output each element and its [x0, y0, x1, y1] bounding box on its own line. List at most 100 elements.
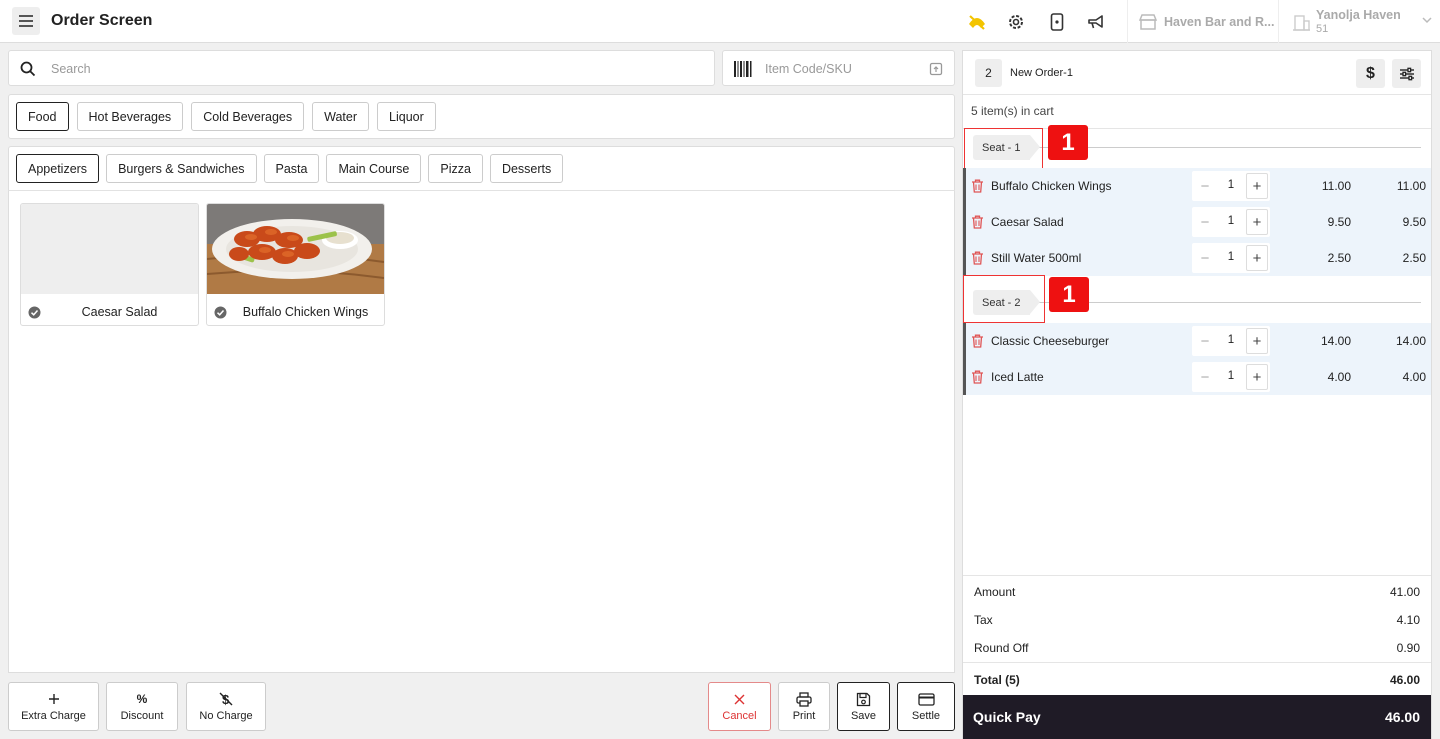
- print-button[interactable]: Print: [778, 682, 830, 731]
- item-total: 14.00: [1395, 334, 1426, 348]
- venue-name: Haven Bar and R...: [1164, 14, 1275, 29]
- store-icon: [1138, 13, 1158, 30]
- settings-icon[interactable]: [1005, 11, 1027, 33]
- item-name: Classic Cheeseburger: [991, 334, 1110, 348]
- amount-value: 41.00: [1389, 585, 1420, 599]
- search-input[interactable]: Search: [8, 50, 715, 86]
- subcategory-main-course[interactable]: Main Course: [326, 154, 422, 183]
- quantity-value[interactable]: 1: [1218, 251, 1244, 263]
- product-card[interactable]: Caesar Salad: [20, 203, 199, 326]
- decrement-button[interactable]: −: [1192, 173, 1218, 199]
- tax-label: Tax: [974, 613, 993, 627]
- check-icon: [28, 306, 41, 319]
- trash-icon[interactable]: [971, 179, 984, 193]
- plus-icon: [48, 691, 60, 707]
- annotation-badge: 1: [1048, 125, 1088, 160]
- no-dollar-icon: $: [219, 691, 233, 707]
- increment-button[interactable]: +: [1246, 328, 1268, 354]
- chicken-wings-image: [207, 204, 384, 294]
- no-internet-icon[interactable]: [966, 11, 988, 33]
- order-header: 2 New Order-1 $: [963, 51, 1431, 95]
- subcategory-pasta[interactable]: Pasta: [263, 154, 320, 183]
- subcategory-appetizers[interactable]: Appetizers: [16, 154, 100, 183]
- total-label: Total (5): [974, 673, 1020, 687]
- highlight-box: [964, 128, 1043, 169]
- increment-button[interactable]: +: [1246, 245, 1268, 271]
- quick-pay-button[interactable]: Quick Pay 46.00: [963, 695, 1431, 739]
- item-total: 9.50: [1402, 215, 1426, 229]
- user-id: 51: [1316, 23, 1329, 35]
- cancel-button[interactable]: Cancel: [708, 682, 771, 731]
- no-charge-label: No Charge: [199, 710, 253, 722]
- save-button[interactable]: Save: [837, 682, 890, 731]
- quantity-stepper: − 1 +: [1192, 326, 1270, 356]
- decrement-button[interactable]: −: [1192, 245, 1218, 271]
- order-summary: Amount 41.00 Tax 4.10 Round Off 0.90 Tot…: [963, 575, 1431, 695]
- quantity-stepper: − 1 +: [1192, 243, 1270, 273]
- product-name: Caesar Salad: [81, 305, 158, 319]
- trash-icon[interactable]: [971, 251, 984, 265]
- sliders-icon[interactable]: [1392, 59, 1421, 88]
- item-name: Caesar Salad: [991, 215, 1064, 229]
- roundoff-label: Round Off: [974, 641, 1029, 655]
- order-number[interactable]: 2: [975, 59, 1002, 87]
- category-water[interactable]: Water: [312, 102, 370, 131]
- category-hot-beverages[interactable]: Hot Beverages: [76, 102, 184, 131]
- percent-icon: %: [136, 692, 148, 706]
- user-selector[interactable]: Yanolja Haven 51: [1278, 0, 1440, 43]
- top-bar: Order Screen Haven Bar and R... Yanolja …: [0, 0, 1440, 43]
- category-liquor[interactable]: Liquor: [377, 102, 436, 131]
- discount-button[interactable]: % Discount: [106, 682, 178, 731]
- roundoff-value: 0.90: [1396, 641, 1420, 655]
- sku-input[interactable]: Item Code/SKU: [722, 50, 955, 86]
- quantity-value[interactable]: 1: [1218, 370, 1244, 382]
- decrement-button[interactable]: −: [1192, 209, 1218, 235]
- trash-icon[interactable]: [971, 215, 984, 229]
- category-food[interactable]: Food: [16, 102, 69, 131]
- total-line: Total (5) 46.00: [963, 662, 1431, 696]
- extra-charge-button[interactable]: Extra Charge: [8, 682, 99, 731]
- check-icon: [214, 306, 227, 319]
- venue-selector[interactable]: Haven Bar and R...: [1127, 0, 1277, 43]
- cart-count: 5 item(s) in cart: [971, 104, 1054, 118]
- quantity-stepper: − 1 +: [1192, 362, 1270, 392]
- chevron-down-icon: [1422, 17, 1432, 24]
- close-icon: [734, 691, 745, 707]
- quantity-stepper: − 1 +: [1192, 171, 1270, 201]
- category-cold-beverages[interactable]: Cold Beverages: [191, 102, 305, 131]
- highlight-box: [963, 275, 1045, 323]
- decrement-button[interactable]: −: [1192, 364, 1218, 390]
- megaphone-icon[interactable]: [1085, 11, 1107, 33]
- no-charge-button[interactable]: $ No Charge: [186, 682, 266, 731]
- cart-row: Still Water 500ml − 1 + 2.50 2.50: [963, 240, 1431, 276]
- scan-icon[interactable]: [929, 62, 943, 76]
- increment-button[interactable]: +: [1246, 173, 1268, 199]
- increment-button[interactable]: +: [1246, 209, 1268, 235]
- item-price: 9.50: [1327, 215, 1351, 229]
- item-name: Still Water 500ml: [991, 251, 1082, 265]
- subcategory-burgers-sandwiches[interactable]: Burgers & Sandwiches: [106, 154, 257, 183]
- trash-icon[interactable]: [971, 370, 984, 384]
- subcategory-pizza[interactable]: Pizza: [428, 154, 483, 183]
- product-card[interactable]: Buffalo Chicken Wings: [206, 203, 385, 326]
- subcategory-desserts[interactable]: Desserts: [489, 154, 564, 183]
- settle-button[interactable]: Settle: [897, 682, 955, 731]
- quantity-value[interactable]: 1: [1218, 179, 1244, 191]
- save-label: Save: [850, 710, 877, 722]
- increment-button[interactable]: +: [1246, 364, 1268, 390]
- item-total: 4.00: [1402, 370, 1426, 384]
- cart-row: Buffalo Chicken Wings − 1 + 11.00 11.00: [963, 168, 1431, 204]
- trash-icon[interactable]: [971, 334, 984, 348]
- quantity-value[interactable]: 1: [1218, 215, 1244, 227]
- settle-label: Settle: [911, 710, 941, 722]
- cart-row: Caesar Salad − 1 + 9.50 9.50: [963, 204, 1431, 240]
- dollar-icon[interactable]: $: [1356, 59, 1385, 88]
- printer-icon: [796, 691, 812, 707]
- decrement-button[interactable]: −: [1192, 328, 1218, 354]
- tablet-icon[interactable]: [1046, 11, 1068, 33]
- quantity-value[interactable]: 1: [1218, 334, 1244, 346]
- order-panel: 2 New Order-1 $ 5 item(s) in cart Seat -…: [962, 50, 1432, 739]
- menu-icon[interactable]: [12, 7, 40, 35]
- product-image-placeholder: [21, 204, 198, 294]
- amount-label: Amount: [974, 585, 1016, 599]
